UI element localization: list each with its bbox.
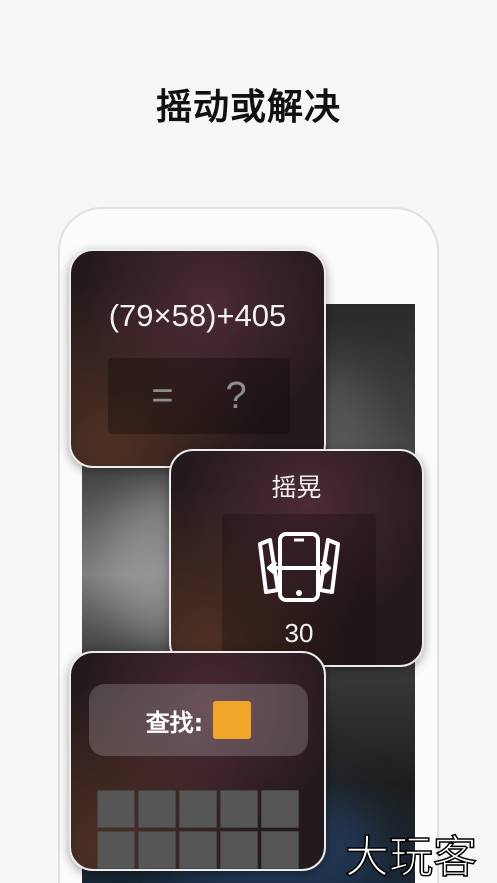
grid-cell[interactable] [220,831,258,869]
grid-cell[interactable] [261,831,299,869]
grid-cell[interactable] [97,790,135,828]
svg-text:大玩客: 大玩客 [345,832,477,880]
grid-cell[interactable] [138,831,176,869]
unknown-answer: ? [225,374,247,417]
shake-counter: 30 [284,618,314,648]
shake-panel: 30 [222,514,376,665]
math-equation: (79×58)+405 [108,298,287,333]
answer-input[interactable]: = ? [108,358,290,434]
find-bar: 查找: [89,684,308,756]
grid-cell[interactable] [179,790,217,828]
page-headline: 摇动或解决 [155,87,341,128]
grid-cell[interactable] [220,790,258,828]
find-challenge-card: 查找: [69,651,326,871]
find-label: 查找: [145,708,204,737]
watermark-logo: 大玩客 [345,831,478,880]
color-grid [97,790,302,869]
grid-cell[interactable] [261,790,299,828]
math-challenge-card: (79×58)+405 = ? [69,249,326,468]
grid-cell[interactable] [97,831,135,869]
equals-sign: = [151,374,174,417]
shake-title: 摇晃 [271,473,322,502]
grid-cell[interactable] [179,831,217,869]
shake-phone-icon [258,532,340,602]
target-color-swatch [213,701,252,739]
grid-cell[interactable] [138,790,176,828]
shake-challenge-card: 摇晃 30 [169,449,424,667]
